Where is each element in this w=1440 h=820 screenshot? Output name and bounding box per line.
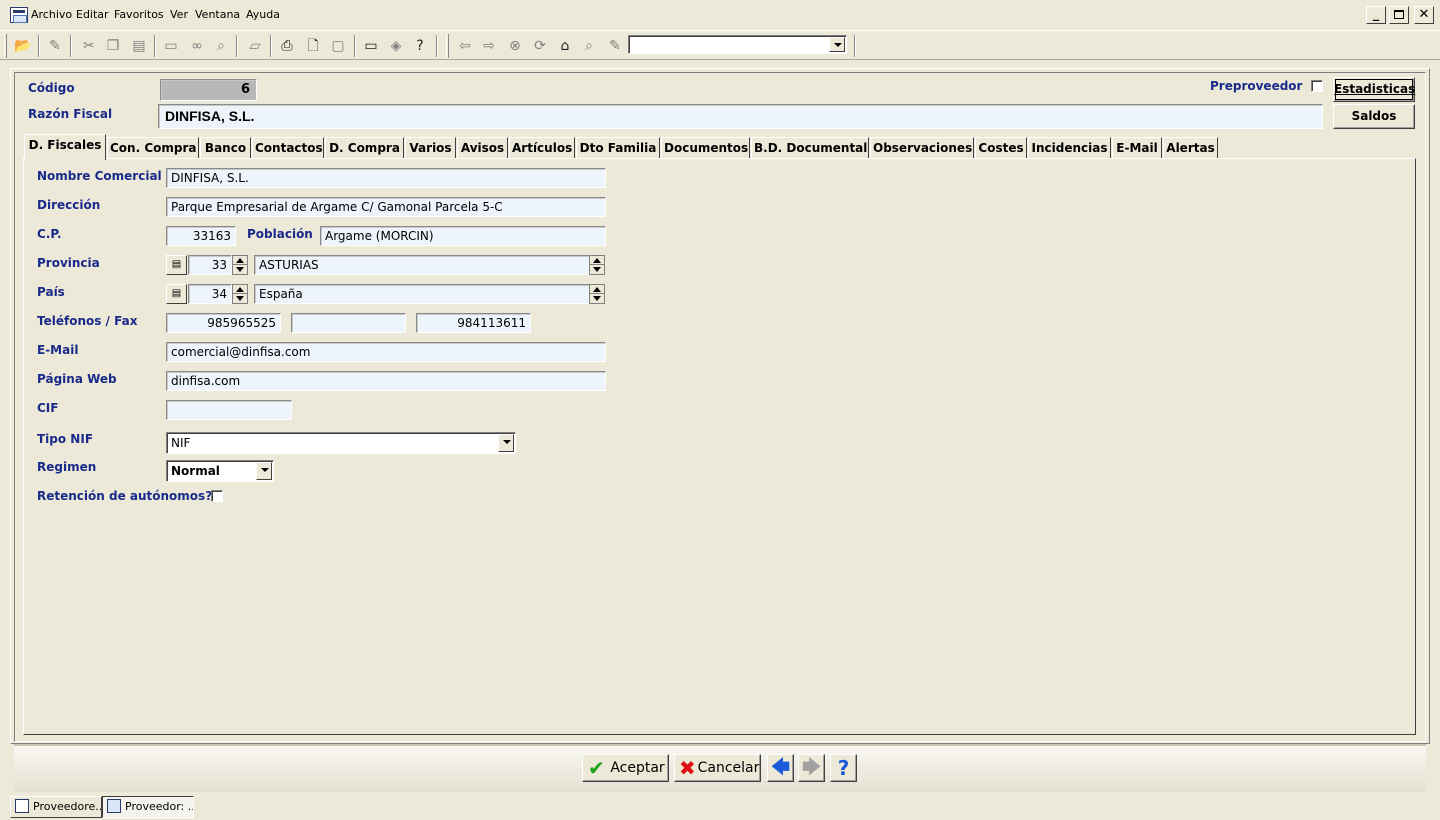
menu-ver[interactable]: Ver [170,8,188,21]
print-preview-icon[interactable]: 🗋 [304,37,322,55]
tab-incidencias[interactable]: Incidencias [1028,137,1111,159]
menu-ventana[interactable]: Ventana [195,8,240,21]
tab-alertas[interactable]: Alertas [1163,137,1218,159]
minimize-button[interactable]: _ [1366,6,1386,24]
tab-panel-d-fiscales [23,158,1416,735]
toolbar-separator [154,35,156,57]
menu-editar[interactable]: Editar [76,8,109,21]
back-arrow-icon[interactable]: ⇦ [456,37,474,55]
saldos-button[interactable]: Saldos [1333,104,1415,129]
estadisticas-button[interactable]: Estadisticas [1333,77,1415,102]
cut-icon[interactable]: ✂ [80,37,98,55]
question-icon: ? [837,756,850,780]
menu-archivo[interactable]: Archivo [31,8,72,21]
form-window-icon [107,799,121,813]
tab-con-compra[interactable]: Con. Compra [107,137,199,159]
taskbar-item-proveedores[interactable]: Proveedore... [10,796,102,818]
restore-button[interactable] [1389,6,1409,24]
tab-contactos[interactable]: Contactos [252,137,324,159]
tab-avisos[interactable]: Avisos [457,137,508,159]
toolbar-separator [270,35,272,57]
tab-dto-familia[interactable]: Dto Familia [576,137,660,159]
arrow-right-icon: 🡆 [802,757,821,778]
eraser-icon[interactable]: ◈ [387,37,405,55]
open-folder-icon[interactable]: 📂 [14,37,32,55]
close-window-button[interactable]: ✕ [1414,6,1434,24]
tab-email[interactable]: E-Mail [1112,137,1162,159]
aceptar-button[interactable]: ✔ Aceptar [582,754,669,782]
minimize-icon: _ [1372,7,1380,22]
taskbar-item-proveedor[interactable]: Proveedor: ... [102,796,194,818]
arrow-left-icon: 🡄 [771,757,790,778]
address-combo[interactable] [628,35,847,54]
toolbar-separator [38,35,40,57]
tab-banco[interactable]: Banco [200,137,251,159]
toolbar-separator [854,35,856,57]
binoculars-icon[interactable]: ∞ [188,37,206,55]
menu-ayuda[interactable]: Ayuda [246,8,280,21]
next-button[interactable]: 🡆 [798,754,825,782]
tab-articulos[interactable]: Artículos [509,137,575,159]
tab-observaciones[interactable]: Observaciones [870,137,974,159]
paste-icon[interactable]: ▤ [130,37,148,55]
stop-icon[interactable]: ⊗ [506,37,524,55]
razon-fiscal-label: Razón Fiscal [28,107,113,121]
codigo-field[interactable]: 6 [160,79,257,101]
menu-bar: Archivo Editar Favoritos Ver Ventana Ayu… [0,0,1440,30]
toolbar-separator [354,35,356,57]
aceptar-label: Aceptar [610,760,665,776]
taskbar-item-label: Proveedor: ... [125,800,194,813]
previous-button[interactable]: 🡄 [767,754,794,782]
app-icon[interactable] [10,7,28,23]
checkmark-icon: ✔ [588,756,605,780]
cross-icon: ✖ [679,756,696,780]
toolbar-separator [436,35,438,57]
refresh-icon[interactable]: ⟳ [531,37,549,55]
home-icon[interactable]: ⌂ [556,37,574,55]
razon-fiscal-field[interactable]: DINFISA, S.L. [158,104,1323,129]
favorites-icon[interactable]: ✎ [606,37,624,55]
print-icon[interactable]: ⎙ [278,37,296,55]
tab-d-compra[interactable]: D. Compra [325,137,404,159]
estadisticas-label: Estadisticas [1334,82,1416,96]
window-icon[interactable]: ▭ [162,37,180,55]
search-web-icon[interactable]: ⌕ [580,37,598,55]
screen-icon[interactable]: ▭ [362,37,380,55]
tab-bd-documental[interactable]: B.D. Documental [751,137,869,159]
close-icon: ✕ [1418,7,1430,22]
help-button[interactable]: ? [830,754,857,782]
toolbar-grip[interactable] [4,34,7,58]
forward-arrow-icon[interactable]: ⇨ [480,37,498,55]
edit-icon[interactable]: ✎ [46,37,64,55]
cancelar-button[interactable]: ✖ Cancelar [674,754,761,782]
tab-documentos[interactable]: Documentos [661,137,750,159]
codigo-label: Código [28,81,75,95]
chevron-down-icon[interactable] [829,37,845,52]
copy-icon[interactable]: ❐ [104,37,122,55]
preproveedor-checkbox[interactable] [1311,80,1323,92]
tab-costes[interactable]: Costes [975,137,1027,159]
help-icon[interactable]: ? [411,37,429,55]
preproveedor-label: Preproveedor [1210,79,1303,93]
tab-varios[interactable]: Varios [405,137,456,159]
search-icon[interactable]: ⌕ [212,37,230,55]
list-window-icon [15,799,29,813]
toolbar-grip[interactable] [446,34,449,58]
page-icon[interactable]: ▢ [329,37,347,55]
folder-icon[interactable]: ▱ [246,37,264,55]
cancelar-label: Cancelar [697,760,760,776]
taskbar-item-label: Proveedore... [33,800,102,813]
toolbar-separator [236,35,238,57]
restore-icon [1394,10,1404,19]
menu-favoritos[interactable]: Favoritos [114,8,164,21]
toolbar-separator [70,35,72,57]
tab-d-fiscales[interactable]: D. Fiscales [24,134,106,160]
saldos-label: Saldos [1351,109,1397,123]
